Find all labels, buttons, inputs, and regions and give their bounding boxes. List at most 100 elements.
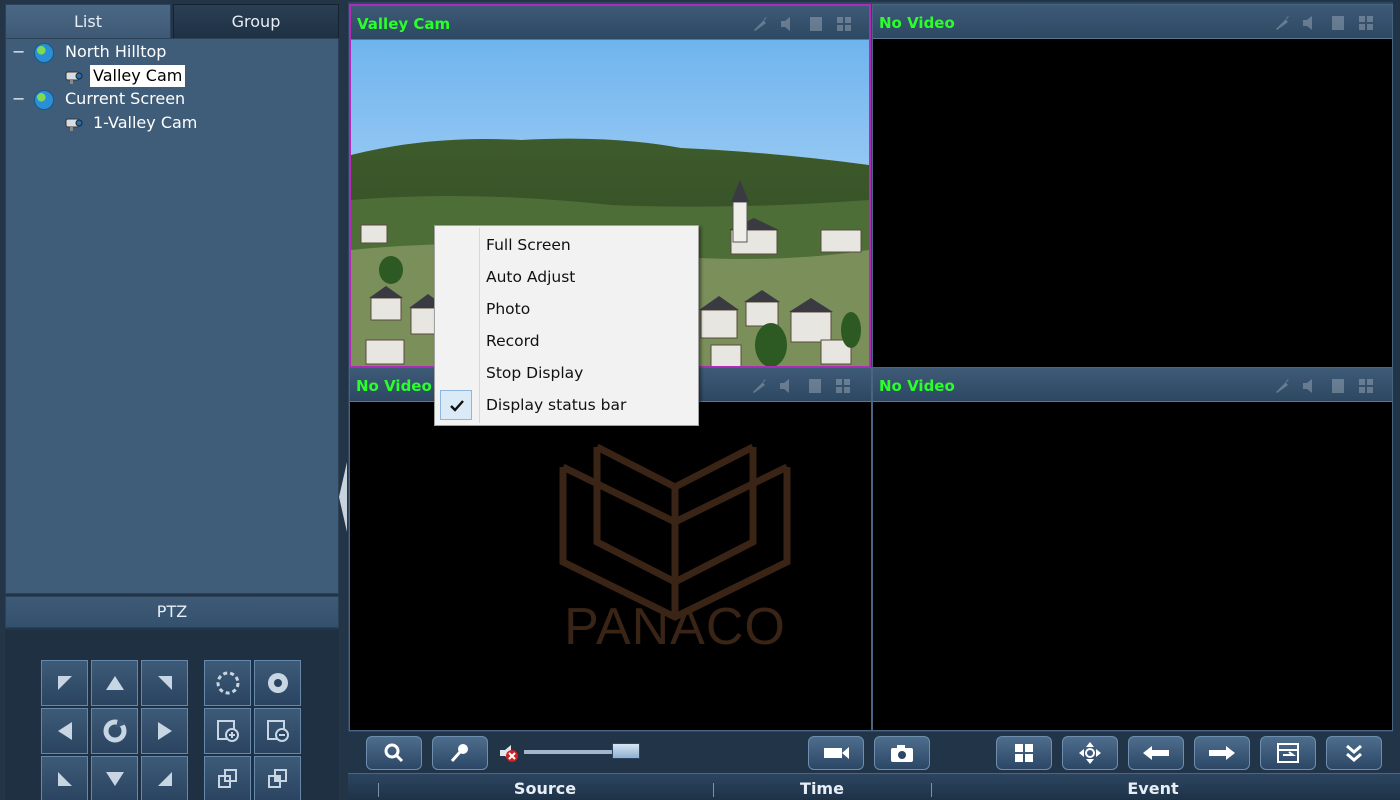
tab-group[interactable]: Group	[173, 4, 339, 40]
speaker-icon[interactable]	[778, 377, 796, 395]
app-window: List Group − North Hilltop Valley Cam −	[0, 0, 1400, 800]
tree-node-current-screen[interactable]: − Current Screen	[6, 88, 338, 112]
camera-snapshot-icon	[891, 745, 913, 762]
menu-item-photo[interactable]: Photo	[437, 293, 696, 323]
event-list-header: Source Time Event	[348, 773, 1400, 800]
arrow-left-icon	[57, 722, 72, 740]
video-cell-4[interactable]: No Video	[872, 367, 1393, 731]
record-button[interactable]	[808, 736, 864, 770]
snapshot-icon[interactable]	[1329, 377, 1347, 395]
arrow-down-icon	[105, 772, 124, 786]
menu-item-label: Stop Display	[486, 364, 584, 382]
ptz-header[interactable]: PTZ	[5, 596, 339, 628]
grid-icon[interactable]	[834, 377, 852, 395]
next-icon	[1209, 746, 1235, 760]
column-header-source[interactable]: Source	[380, 774, 710, 800]
menu-item-record[interactable]: Record	[437, 325, 696, 355]
column-separator[interactable]	[931, 783, 932, 797]
menu-item-auto-adjust[interactable]: Auto Adjust	[437, 261, 696, 291]
collapse-toggle[interactable]: −	[12, 88, 26, 110]
microphone-button[interactable]	[432, 736, 488, 770]
column-separator	[378, 783, 379, 797]
grid-icon[interactable]	[1357, 14, 1375, 32]
iris-open-icon	[267, 673, 288, 693]
expand-down-icon	[1346, 744, 1362, 762]
menu-item-label: Full Screen	[486, 236, 571, 254]
video-cell-title: No Video	[879, 377, 955, 395]
volume-slider-track[interactable]	[524, 750, 614, 754]
video-cell-title-bar: Valley Cam	[351, 6, 869, 40]
arrow-down-right-icon	[157, 772, 172, 786]
pan-down-left-button[interactable]	[41, 756, 88, 800]
video-cell-title: No Video	[356, 377, 432, 395]
watermark-text: PANACO	[564, 598, 786, 656]
tab-list[interactable]: List	[5, 4, 171, 40]
pan-up-left-button[interactable]	[41, 660, 88, 706]
zoom-wide-icon	[217, 769, 237, 788]
switch-screen-button[interactable]	[1260, 736, 1316, 770]
zoom-in-button[interactable]	[254, 756, 301, 800]
zoom-out-button[interactable]	[204, 756, 251, 800]
speaker-icon[interactable]	[1301, 377, 1319, 395]
menu-item-stop-display[interactable]: Stop Display	[437, 357, 696, 387]
tree-node-1-valley-cam[interactable]: 1-Valley Cam	[6, 112, 338, 136]
grid-icon[interactable]	[835, 15, 853, 33]
next-button[interactable]	[1194, 736, 1250, 770]
pan-right-button[interactable]	[141, 708, 188, 754]
pan-up-right-button[interactable]	[141, 660, 188, 706]
focus-near-button[interactable]	[204, 708, 251, 754]
arrow-right-icon	[157, 722, 172, 740]
menu-item-display-status-bar[interactable]: Display status bar	[437, 389, 696, 420]
column-header-event[interactable]: Event	[933, 774, 1373, 800]
panel-tabs: List Group	[5, 4, 339, 40]
checkmark-icon	[450, 400, 464, 412]
refresh-icon	[103, 718, 126, 743]
pan-up-button[interactable]	[91, 660, 138, 706]
speaker-icon[interactable]	[1301, 14, 1319, 32]
switch-screen-icon	[1277, 743, 1299, 763]
previous-button[interactable]	[1128, 736, 1184, 770]
zoom-button[interactable]	[366, 736, 422, 770]
focus-far-button[interactable]	[254, 708, 301, 754]
wrench-icon[interactable]	[750, 377, 768, 395]
video-cell-2[interactable]: No Video	[872, 4, 1393, 368]
expand-events-button[interactable]	[1326, 736, 1382, 770]
iris-close-button[interactable]	[204, 660, 251, 706]
globe-icon	[34, 90, 54, 110]
video-context-menu: Full Screen Auto Adjust Photo Record Sto…	[434, 225, 699, 426]
collapse-toggle[interactable]: −	[12, 41, 26, 63]
snapshot-icon[interactable]	[807, 15, 825, 33]
ptz-control-panel	[5, 630, 339, 800]
column-separator[interactable]	[713, 783, 714, 797]
grid-icon[interactable]	[1357, 377, 1375, 395]
tree-node-north-hilltop[interactable]: − North Hilltop	[6, 41, 338, 65]
speaker-icon[interactable]	[779, 15, 797, 33]
snapshot-icon[interactable]	[1329, 14, 1347, 32]
ptz-auto-button[interactable]	[91, 708, 138, 754]
speaker-muted-icon[interactable]	[498, 742, 520, 764]
menu-item-full-screen[interactable]: Full Screen	[437, 229, 696, 259]
menu-item-label: Auto Adjust	[486, 268, 576, 286]
wrench-icon[interactable]	[751, 15, 769, 33]
column-header-time[interactable]: Time	[715, 774, 929, 800]
pan-left-button[interactable]	[41, 708, 88, 754]
iris-close-icon	[216, 671, 239, 695]
snapshot-button[interactable]	[874, 736, 930, 770]
arrow-up-icon	[105, 676, 124, 690]
video-cell-title-bar: No Video	[873, 368, 1392, 402]
tree-node-label: Current Screen	[65, 89, 186, 108]
pan-down-right-button[interactable]	[141, 756, 188, 800]
device-panel: List Group − North Hilltop Valley Cam −	[0, 0, 345, 800]
snapshot-icon[interactable]	[806, 377, 824, 395]
wrench-icon[interactable]	[1273, 14, 1291, 32]
layout-button[interactable]	[996, 736, 1052, 770]
arrow-down-left-icon	[57, 772, 72, 786]
ptz-direction-button[interactable]	[1062, 736, 1118, 770]
volume-slider-thumb[interactable]	[612, 743, 640, 759]
wrench-icon[interactable]	[1273, 377, 1291, 395]
tree-node-valley-cam[interactable]: Valley Cam	[6, 64, 338, 89]
iris-open-button[interactable]	[254, 660, 301, 706]
pan-down-button[interactable]	[91, 756, 138, 800]
video-cell-title: Valley Cam	[357, 15, 451, 33]
camera-icon	[65, 71, 83, 84]
